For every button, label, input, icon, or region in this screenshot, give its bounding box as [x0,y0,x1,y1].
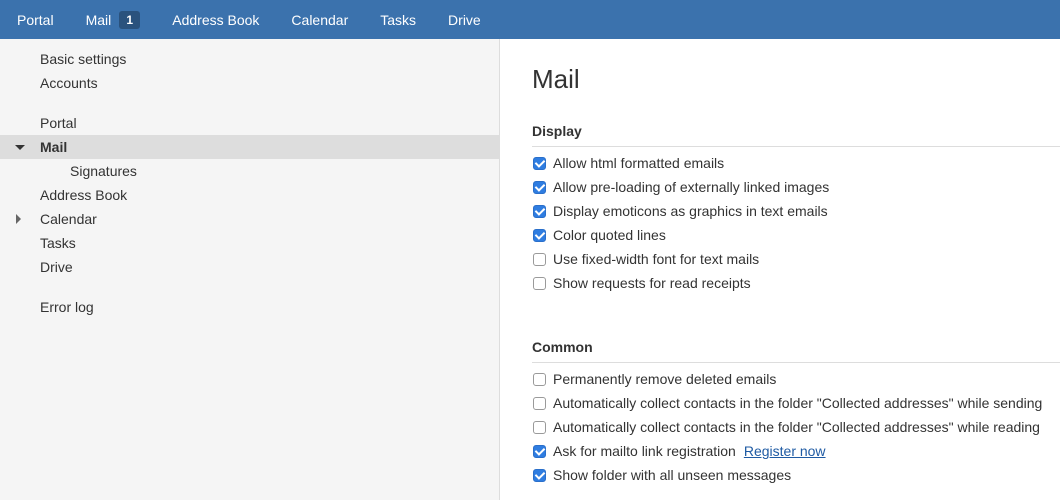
sidebar-item-label: Signatures [70,163,137,179]
checkbox[interactable] [533,228,546,242]
sidebar-item-label: Error log [40,299,94,315]
nav-address-book[interactable]: Address Book [156,0,275,39]
sidebar-item-label: Portal [40,115,77,131]
sidebar-item-address-book[interactable]: Address Book [0,183,499,207]
option-remove-deleted: Permanently remove deleted emails [532,369,776,389]
nav-drive[interactable]: Drive [432,0,497,39]
caret-down-icon[interactable] [15,145,25,150]
sidebar-item-label: Tasks [40,235,76,251]
checkbox[interactable] [533,156,546,170]
checkbox[interactable] [533,444,546,458]
option-mailto-registration: Ask for mailto link registration Registe… [532,441,826,461]
sidebar-item-label: Drive [40,259,73,275]
sidebar-item-label: Basic settings [40,51,127,67]
checkbox[interactable] [533,420,546,434]
option-label[interactable]: Automatically collect contacts in the fo… [553,419,1040,435]
nav-drive-label: Drive [448,11,481,28]
nav-calendar-label: Calendar [291,11,349,28]
section-title-display: Display [532,122,1060,147]
nav-mail-label: Mail [85,11,112,28]
mail-settings-pane: Mail Display Allow html formatted emails… [500,39,1060,500]
checkbox[interactable] [533,252,546,266]
checkbox[interactable] [533,372,546,386]
option-label[interactable]: Use fixed-width font for text mails [553,251,759,267]
option-label[interactable]: Allow pre-loading of externally linked i… [553,179,829,195]
top-navigation-bar: Portal Mail 1 Address Book Calendar Task… [0,0,1060,39]
option-label[interactable]: Color quoted lines [553,227,666,243]
option-label[interactable]: Show requests for read receipts [553,275,751,291]
option-label[interactable]: Allow html formatted emails [553,155,724,171]
nav-tasks[interactable]: Tasks [364,0,432,39]
option-label[interactable]: Automatically collect contacts in the fo… [553,395,1042,411]
sidebar-item-tasks[interactable]: Tasks [0,231,499,255]
checkbox[interactable] [533,276,546,290]
option-preload-images: Allow pre-loading of externally linked i… [532,177,829,197]
option-collect-sending: Automatically collect contacts in the fo… [532,393,1042,413]
sidebar-item-error-log[interactable]: Error log [0,295,499,319]
nav-portal[interactable]: Portal [0,0,70,39]
checkbox[interactable] [533,204,546,218]
settings-sidebar: Basic settings Accounts Portal Mail Sign… [0,39,500,500]
option-color-quoted: Color quoted lines [532,225,666,245]
checkbox[interactable] [533,468,546,482]
option-allow-html: Allow html formatted emails [532,153,724,173]
option-label[interactable]: Display emoticons as graphics in text em… [553,203,828,219]
nav-calendar[interactable]: Calendar [275,0,364,39]
sidebar-item-drive[interactable]: Drive [0,255,499,279]
nav-mail[interactable]: Mail 1 [70,0,157,39]
option-label[interactable]: Permanently remove deleted emails [553,371,776,387]
nav-portal-label: Portal [17,11,54,28]
sidebar-item-accounts[interactable]: Accounts [0,71,499,95]
nav-tasks-label: Tasks [380,11,417,28]
sidebar-item-signatures[interactable]: Signatures [0,159,499,183]
sidebar-item-label: Calendar [40,211,97,227]
option-fixed-width-font: Use fixed-width font for text mails [532,249,759,269]
option-collect-reading: Automatically collect contacts in the fo… [532,417,1040,437]
option-label[interactable]: Ask for mailto link registration [553,443,736,459]
sidebar-item-label: Mail [40,139,68,155]
unread-count-badge: 1 [119,10,141,29]
nav-address-book-label: Address Book [172,11,260,28]
section-title-common: Common [532,338,1060,363]
sidebar-item-basic-settings[interactable]: Basic settings [0,47,499,71]
option-unseen-folder: Show folder with all unseen messages [532,465,791,485]
sidebar-item-portal[interactable]: Portal [0,111,499,135]
sidebar-item-calendar[interactable]: Calendar [0,207,499,231]
page-title: Mail [532,64,580,94]
checkbox[interactable] [533,180,546,194]
sidebar-item-mail[interactable]: Mail [0,135,499,159]
checkbox[interactable] [533,396,546,410]
option-read-receipts: Show requests for read receipts [532,273,751,293]
sidebar-item-label: Address Book [40,187,128,203]
option-label[interactable]: Show folder with all unseen messages [553,467,791,483]
option-emoticons: Display emoticons as graphics in text em… [532,201,828,221]
sidebar-item-label: Accounts [40,75,98,91]
register-now-link[interactable]: Register now [744,443,826,459]
caret-right-icon[interactable] [16,214,21,224]
